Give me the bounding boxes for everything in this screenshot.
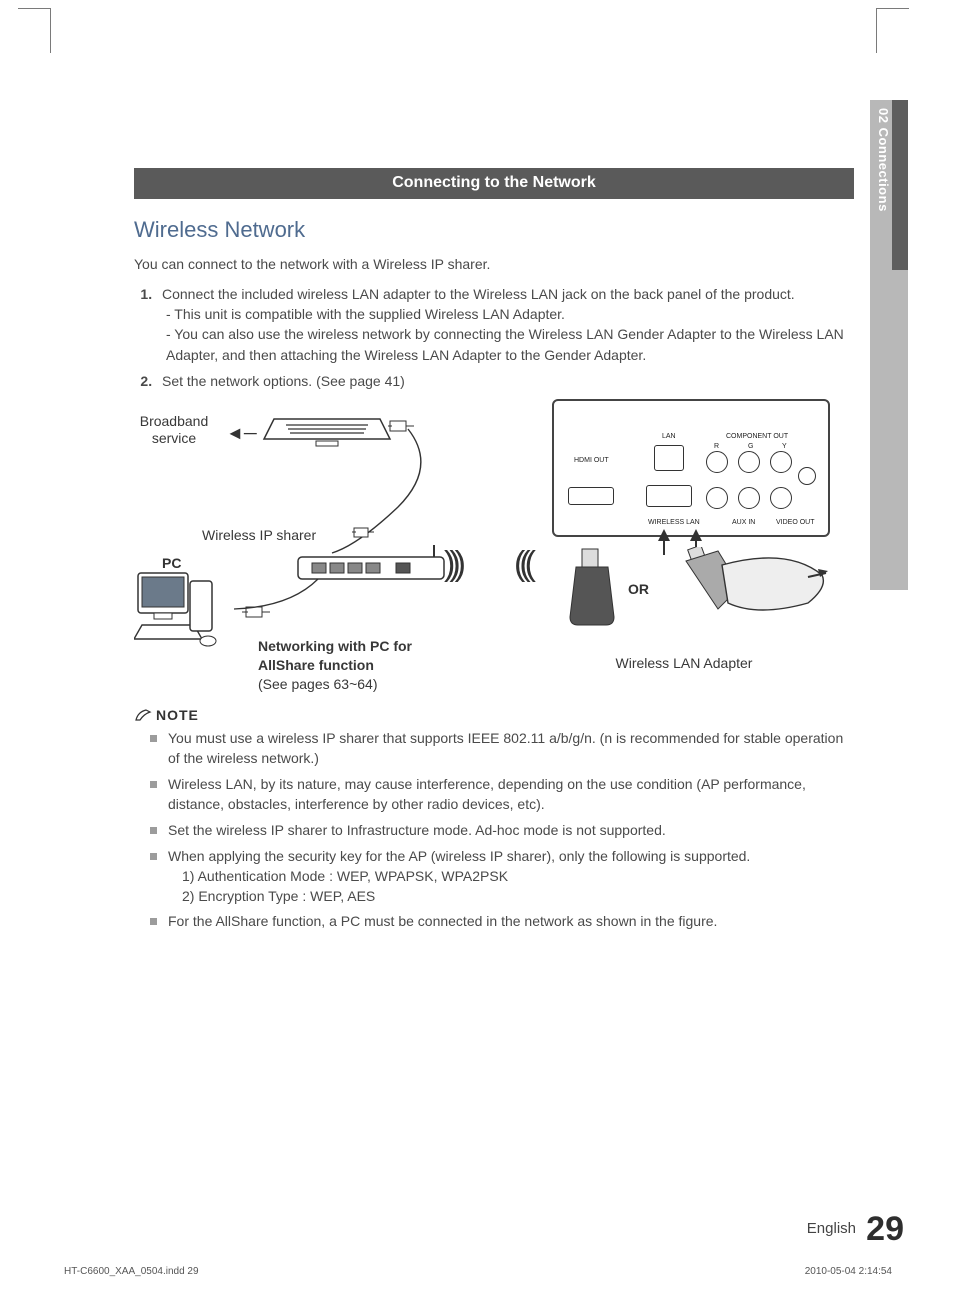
connection-diagram: Broadband service ◄─ Wireless IP sharer [134, 397, 854, 703]
note-4-text: When applying the security key for the A… [168, 848, 750, 864]
section-title: Wireless Network [134, 217, 854, 243]
step-1-text: Connect the included wireless LAN adapte… [162, 286, 795, 302]
note-4-sub-2: 2) Encryption Type : WEP, AES [182, 887, 854, 907]
intro-text: You can connect to the network with a Wi… [134, 255, 854, 274]
side-tab-active [892, 100, 908, 270]
side-tab-label: 02 Connections [876, 108, 891, 212]
port-g: G [748, 443, 753, 450]
footer-timestamp: 2010-05-04 2:14:54 [805, 1266, 892, 1277]
wireless-in-icon: ((( [514, 545, 530, 584]
arrow-up-icon-2 [690, 529, 702, 541]
arrow-left-icon: ◄─ [226, 423, 257, 444]
back-panel: HDMI OUT LAN COMPONENT OUT R G Y WIRELES… [552, 399, 830, 537]
step-1-sub-1: - This unit is compatible with the suppl… [166, 304, 854, 324]
networking-l2: AllShare function [258, 657, 374, 673]
step-1-sub-2: - You can also use the wireless network … [166, 324, 854, 365]
step-2-text: Set the network options. (See page 41) [162, 373, 405, 389]
step-2: Set the network options. (See page 41) [156, 371, 854, 391]
port-video-label: VIDEO OUT [776, 519, 815, 526]
label-or: OR [628, 581, 649, 597]
port-hdmi-label: HDMI OUT [574, 457, 609, 464]
label-ip-sharer: Wireless IP sharer [202, 527, 316, 543]
usb-adapter-2-icon [678, 547, 828, 627]
port-wireless-label: WIRELESS LAN [648, 519, 700, 526]
pen-icon [134, 708, 152, 722]
note-5: For the AllShare function, a PC must be … [168, 912, 854, 932]
note-4: When applying the security key for the A… [168, 847, 854, 907]
footer-language: English [807, 1220, 856, 1237]
page-content: Connecting to the Network Wireless Netwo… [134, 168, 854, 938]
cable-icon [328, 427, 448, 557]
port-y: Y [782, 443, 787, 450]
note-label: NOTE [156, 707, 199, 723]
port-r: R [714, 443, 719, 450]
pc-icon [134, 567, 230, 649]
step-1: Connect the included wireless LAN adapte… [156, 284, 854, 365]
port-component-label: COMPONENT OUT [726, 433, 788, 440]
note-header: NOTE [134, 707, 854, 723]
arrow-up-icon-1 [658, 529, 670, 541]
section-banner: Connecting to the Network [134, 168, 854, 199]
note-2: Wireless LAN, by its nature, may cause i… [168, 775, 854, 815]
port-aux-label: AUX IN [732, 519, 755, 526]
networking-l3: (See pages 63~64) [258, 676, 377, 692]
cable-icon-2 [230, 577, 320, 617]
label-networking: Networking with PC for AllShare function… [258, 637, 478, 694]
note-3: Set the wireless IP sharer to Infrastruc… [168, 821, 854, 841]
label-adapter: Wireless LAN Adapter [594, 655, 774, 671]
note-4-sub-1: 1) Authentication Mode : WEP, WPAPSK, WP… [182, 867, 854, 887]
note-1: You must use a wireless IP sharer that s… [168, 729, 854, 769]
connector-icon-2 [352, 525, 374, 546]
steps-list: Connect the included wireless LAN adapte… [134, 284, 854, 391]
label-broadband: Broadband service [124, 413, 224, 447]
notes-list: You must use a wireless IP sharer that s… [134, 729, 854, 932]
port-lan-label: LAN [662, 433, 676, 440]
footer-page-number: 29 [866, 1210, 904, 1249]
networking-l1: Networking with PC for [258, 638, 412, 654]
usb-adapter-1-icon [564, 547, 620, 627]
footer-file: HT-C6600_XAA_0504.indd 29 [64, 1266, 199, 1277]
wireless-out-icon: ))) [444, 545, 460, 584]
